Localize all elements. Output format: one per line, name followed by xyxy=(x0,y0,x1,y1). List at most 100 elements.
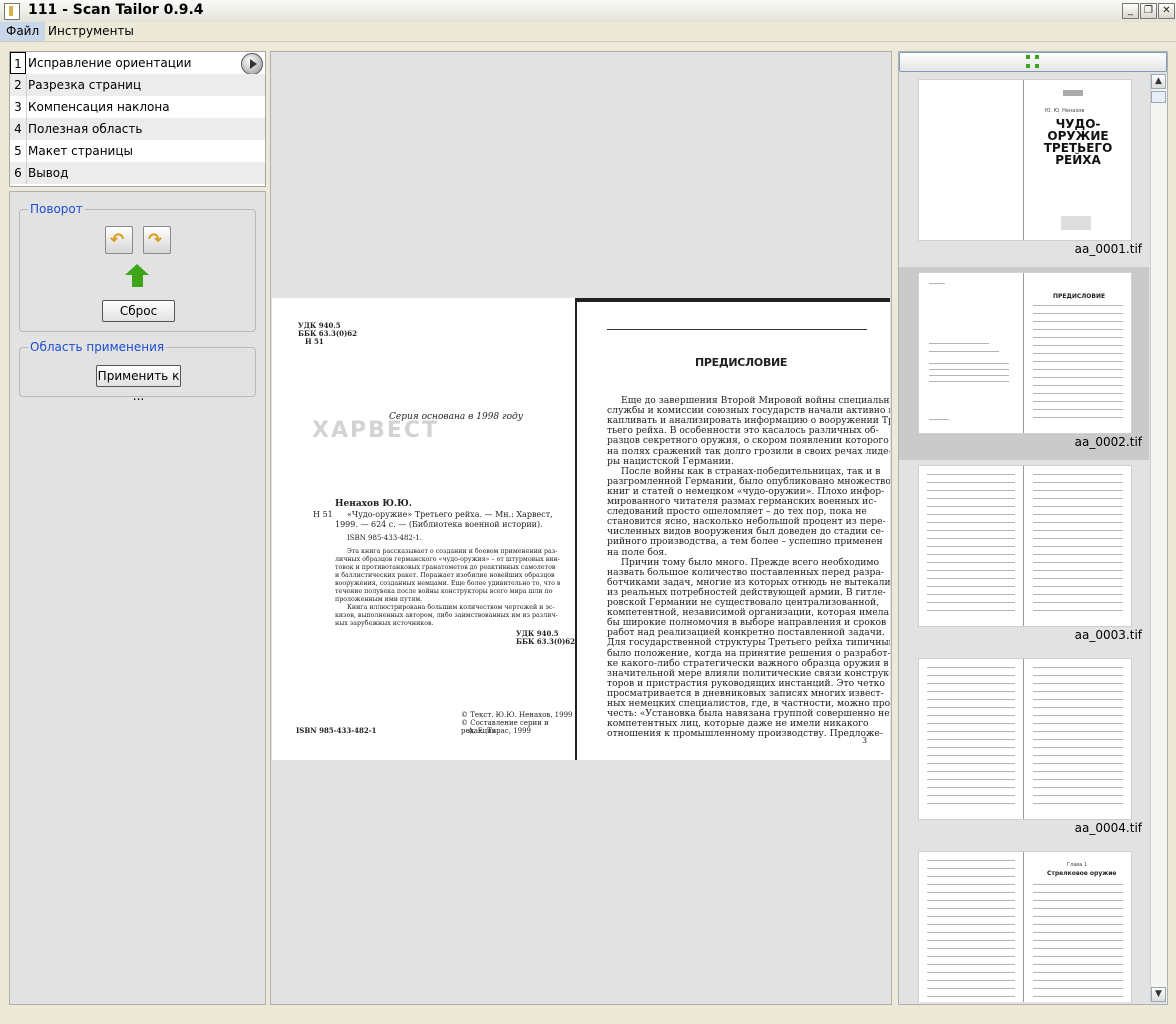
thumb-right-page xyxy=(1025,466,1131,626)
page-image: УДК 940.5 ББК 63.3(0)62 Н 51 ХАРВЕСТ Сер… xyxy=(272,298,890,760)
thumb-spine xyxy=(1023,273,1024,433)
stage-split-pages[interactable]: 2 Разрезка страниц xyxy=(10,74,265,96)
thumb-spine xyxy=(1023,466,1024,626)
copyright-line: А. Е. Тарас, 1999 xyxy=(468,727,531,735)
thumbnail-image xyxy=(918,658,1132,820)
thumbnail-item[interactable]: aa_0003.tif xyxy=(899,460,1149,653)
isbn-bottom-text: ISBN 985-433-482-1 xyxy=(296,726,377,735)
thumb-chapter-title: Стрелковое оружие xyxy=(1047,870,1117,877)
description-line: и баллистических ракет. Поражает изобили… xyxy=(335,572,555,579)
thumb-cover-title: ЧУДО-ОРУЖИЕ ТРЕТЬЕГО РЕЙХА xyxy=(1043,117,1113,167)
rotation-group-title: Поворот xyxy=(28,202,85,216)
isbn-text: ISBN 985-433-482-1. xyxy=(347,534,422,542)
header-rule xyxy=(607,329,867,330)
menu-bar: Файл Инструменты xyxy=(0,22,1176,42)
minimize-button[interactable]: _ xyxy=(1122,3,1139,19)
h51-text: Н 51 xyxy=(305,337,324,346)
image-view[interactable]: УДК 940.5 ББК 63.3(0)62 Н 51 ХАРВЕСТ Сер… xyxy=(270,51,892,1005)
thumb-spine xyxy=(1023,659,1024,819)
thumbnail-filename: aa_0002.tif xyxy=(1074,435,1142,449)
thumbnail-item[interactable]: Ю. Ю. Ненахов ЧУДО-ОРУЖИЕ ТРЕТЬЕГО РЕЙХА… xyxy=(899,74,1149,267)
thumb-right-page: Ю. Ю. Ненахов ЧУДО-ОРУЖИЕ ТРЕТЬЕГО РЕЙХА xyxy=(1025,80,1131,240)
rotation-group: Поворот ↶ ↷ Сброс xyxy=(19,202,256,332)
thumb-right-page: ПРЕДИСЛОВИЕ xyxy=(1025,273,1131,433)
description-line: течение полувека после войны конструктор… xyxy=(335,588,553,595)
stage-number: 6 xyxy=(10,162,27,184)
stage-page-layout[interactable]: 5 Макет страницы xyxy=(10,140,265,162)
stage-label: Компенсация наклона xyxy=(28,100,170,114)
thumb-left-page xyxy=(919,80,1024,240)
apply-to-button[interactable]: Применить к ... xyxy=(96,365,181,403)
thumb-left-page xyxy=(919,273,1024,433)
thumb-spine xyxy=(1023,852,1024,1002)
thumb-heading: ПРЕДИСЛОВИЕ xyxy=(1053,293,1106,300)
bbk-text: ББК 63.3(0)62 xyxy=(516,637,576,646)
stage-number: 2 xyxy=(10,74,27,96)
stage-number: 3 xyxy=(10,96,27,118)
description-line: личных образцов германского «чудо-оружия… xyxy=(335,556,560,563)
scroll-down-icon[interactable]: ▼ xyxy=(1151,987,1166,1002)
window-title: 111 - Scan Tailor 0.9.4 xyxy=(28,2,204,18)
stage-number: 4 xyxy=(10,118,27,140)
title-bar: 111 - Scan Tailor 0.9.4 _ ❐ ✕ xyxy=(0,0,1176,23)
thumbnail-filename: aa_0003.tif xyxy=(1074,628,1142,642)
thumbnail-image xyxy=(918,465,1132,627)
description-line: вооружения, созданных немцами. Еще более… xyxy=(335,580,561,587)
left-page: УДК 940.5 ББК 63.3(0)62 Н 51 ХАРВЕСТ Сер… xyxy=(272,298,576,760)
stage-label: Исправление ориентации xyxy=(28,56,192,70)
stage-label: Полезная область xyxy=(28,122,143,136)
play-icon[interactable] xyxy=(241,53,263,75)
thumb-left-page xyxy=(919,659,1024,819)
close-button[interactable]: ✕ xyxy=(1158,3,1175,19)
stage-select-content[interactable]: 4 Полезная область xyxy=(10,118,265,140)
stage-output[interactable]: 6 Вывод xyxy=(10,162,265,184)
stage-label: Вывод xyxy=(28,166,69,180)
rotate-left-button[interactable]: ↶ xyxy=(105,226,133,254)
restore-button[interactable]: ❐ xyxy=(1140,3,1157,19)
page-number: 3 xyxy=(862,736,868,745)
thumbnail-item[interactable]: Глава 1 Стрелковое оружие xyxy=(899,846,1149,1002)
menu-file[interactable]: Файл xyxy=(0,22,46,41)
thumb-right-page xyxy=(1025,659,1131,819)
thumbnail-panel: Ю. Ю. Ненахов ЧУДО-ОРУЖИЕ ТРЕТЬЕГО РЕЙХА… xyxy=(898,51,1168,1005)
thumb-cover-author: Ю. Ю. Ненахов xyxy=(1045,108,1085,114)
rotate-right-button[interactable]: ↷ xyxy=(143,226,171,254)
thumbnail-image: Глава 1 Стрелковое оружие xyxy=(918,851,1132,1002)
thumbnail-scrollbar[interactable]: ▲ ▼ xyxy=(1150,74,1167,1002)
book-title-line: «Чудо-оружие» Третьего рейха. — Мн.: Хар… xyxy=(347,510,553,519)
description-line: ных зарубежных источников. xyxy=(335,620,434,627)
thumb-right-page: Глава 1 Стрелковое оружие xyxy=(1025,852,1131,1002)
thumbnail-size-button[interactable] xyxy=(899,52,1167,72)
reset-button[interactable]: Сброс xyxy=(102,300,175,322)
scroll-up-icon[interactable]: ▲ xyxy=(1151,74,1166,89)
preface-heading: ПРЕДИСЛОВИЕ xyxy=(695,356,788,369)
stage-fix-orientation[interactable]: 1 Исправление ориентации xyxy=(10,52,265,75)
thumbnail-image: ПРЕДИСЛОВИЕ xyxy=(918,272,1132,434)
thumb-spine xyxy=(1023,80,1024,240)
app-icon[interactable] xyxy=(4,3,20,20)
thumbnail-image: Ю. Ю. Ненахов ЧУДО-ОРУЖИЕ ТРЕТЬЕГО РЕЙХА xyxy=(918,79,1132,241)
apply-scope-title: Область применения xyxy=(28,340,167,354)
copyright-line: © Текст. Ю.Ю. Ненахов, 1999 xyxy=(461,711,573,719)
thumb-left-page xyxy=(919,852,1024,1002)
description-line: кизов, выполненных автором, либо заимств… xyxy=(335,612,558,619)
description-line: Эта книга рассказывает о создании и боев… xyxy=(347,548,558,555)
apply-scope-group: Область применения Применить к ... xyxy=(19,340,256,403)
stage-label: Макет страницы xyxy=(28,144,133,158)
thumbnail-item-selected[interactable]: ПРЕДИСЛОВИЕ aa_0002.tif xyxy=(899,267,1149,460)
thumb-chapter: Глава 1 xyxy=(1067,862,1088,868)
author-text: Ненахов Ю.Ю. xyxy=(335,499,412,509)
stage-deskew[interactable]: 3 Компенсация наклона xyxy=(10,96,265,118)
right-page: ПРЕДИСЛОВИЕ Еще до завершения Второй Мир… xyxy=(577,298,890,760)
book-title-line: 1999. — 624 с. — (Библиотека военной ист… xyxy=(335,520,543,529)
description-line: проложенным ими путям. xyxy=(335,596,423,603)
thumbnail-list: Ю. Ю. Ненахов ЧУДО-ОРУЖИЕ ТРЕТЬЕГО РЕЙХА… xyxy=(899,74,1149,1002)
stage-number: 1 xyxy=(10,52,26,74)
thumbnail-item[interactable]: aa_0004.tif xyxy=(899,653,1149,846)
scroll-thumb[interactable] xyxy=(1151,91,1166,103)
description-line: Книга иллюстрирована большим количеством… xyxy=(347,604,555,611)
stage-label: Разрезка страниц xyxy=(28,78,142,92)
options-panel: Поворот ↶ ↷ Сброс Область применения При… xyxy=(9,191,266,1005)
menu-tools[interactable]: Инструменты xyxy=(42,22,140,41)
thumbnail-filename: aa_0004.tif xyxy=(1074,821,1142,835)
